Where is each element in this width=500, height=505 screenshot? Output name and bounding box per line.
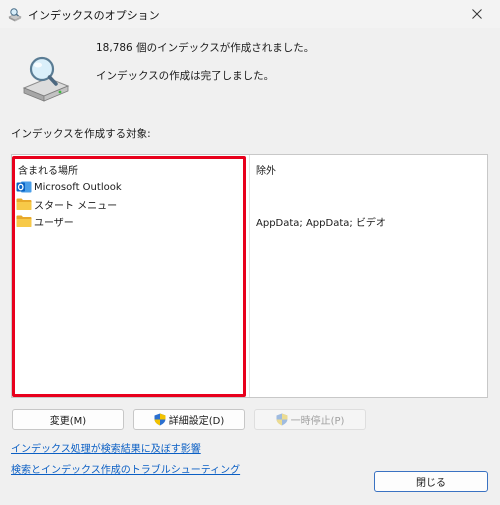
close-icon	[472, 9, 482, 19]
pause-button[interactable]: 一時停止(P)	[254, 409, 366, 430]
pause-button-label: 一時停止(P)	[290, 416, 345, 427]
outlook-icon	[16, 181, 32, 193]
advanced-button[interactable]: 詳細設定(D)	[133, 409, 245, 430]
indexed-count-text: 18,786 個のインデックスが作成されました。	[96, 42, 315, 54]
indexed-locations-list[interactable]: 含まれる場所 除外 Microsoft Outlook スタート メニュー ユー…	[11, 154, 488, 398]
excluded-header: 除外	[256, 166, 276, 177]
modify-button-label: 変更(M)	[49, 416, 87, 427]
advanced-button-label: 詳細設定(D)	[168, 416, 225, 427]
location-label: Microsoft Outlook	[34, 181, 122, 193]
folder-icon	[16, 215, 32, 227]
location-label: スタート メニュー	[34, 200, 118, 212]
folder-icon	[16, 198, 32, 210]
troubleshoot-link[interactable]: 検索とインデックス作成のトラブルシューティング	[11, 461, 240, 476]
drive-search-icon	[22, 56, 70, 102]
modify-button[interactable]: 変更(M)	[12, 409, 124, 430]
indexing-effect-link[interactable]: インデックス処理が検索結果に及ぼす影響	[11, 440, 201, 455]
indexed-locations-label: インデックスを作成する対象:	[11, 128, 151, 140]
column-divider	[249, 155, 250, 397]
window-close-button[interactable]	[454, 0, 500, 28]
close-button[interactable]: 閉じる	[374, 471, 488, 492]
location-label: ユーザー	[34, 217, 74, 229]
indexing-options-icon	[8, 8, 22, 22]
shield-icon	[276, 413, 288, 426]
location-row-outlook[interactable]: Microsoft Outlook	[16, 179, 122, 195]
window-title: インデックスのオプション	[28, 9, 160, 22]
location-row-users[interactable]: ユーザー	[16, 213, 74, 229]
excluded-value-users: AppData; AppData; ビデオ	[256, 218, 386, 229]
shield-icon	[154, 413, 166, 426]
indexing-status-text: インデックスの作成は完了しました。	[96, 70, 275, 82]
included-locations-header: 含まれる場所	[18, 166, 78, 177]
title-bar: インデックスのオプション	[0, 0, 500, 28]
location-row-start-menu[interactable]: スタート メニュー	[16, 196, 117, 212]
close-button-label: 閉じる	[416, 478, 446, 489]
